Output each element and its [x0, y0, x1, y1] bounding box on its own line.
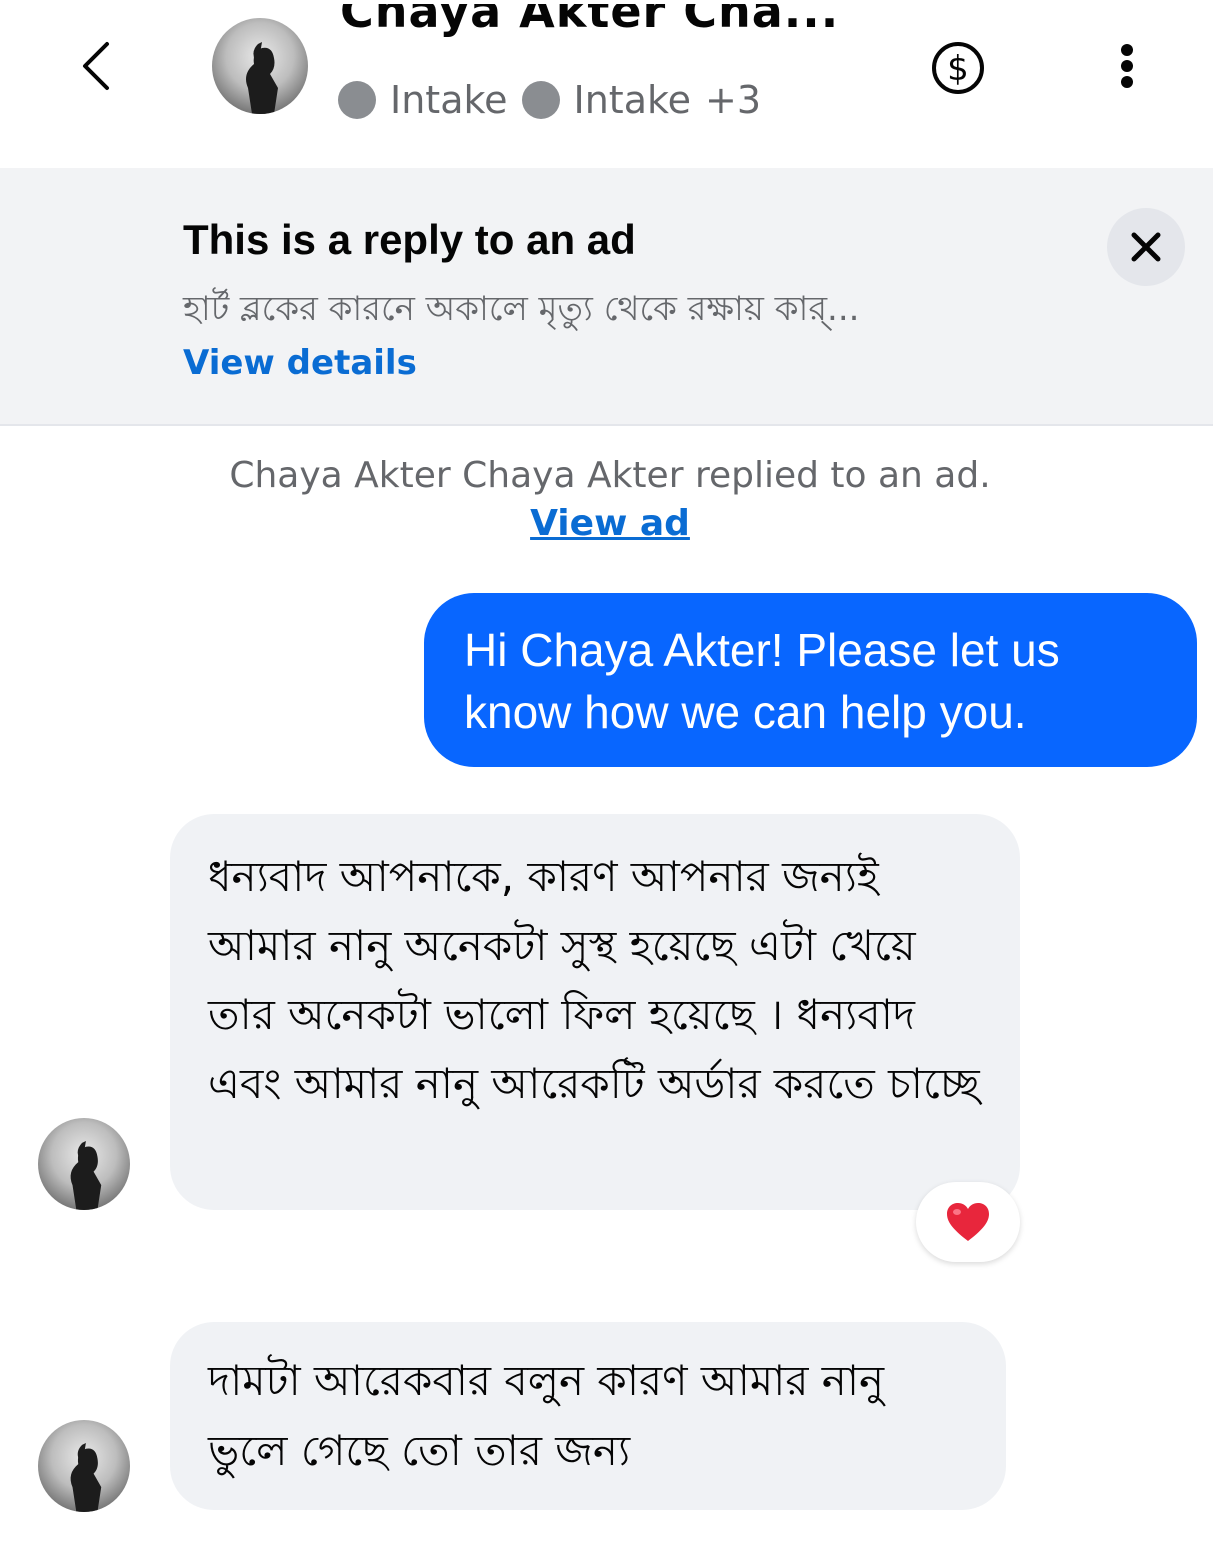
incoming-message[interactable]: ধন্যবাদ আপনাকে, কারণ আপনার জন্যই আমার না…: [170, 814, 1020, 1210]
sender-avatar[interactable]: [38, 1420, 130, 1512]
label-dot-icon: [338, 81, 376, 119]
ad-banner-description: হার্ট ব্লকের কারনে অকালে মৃত্যু থেকে রক্…: [183, 289, 860, 383]
view-ad-link[interactable]: View ad: [530, 503, 690, 544]
message-reaction[interactable]: [916, 1182, 1020, 1262]
heart-icon: [947, 1203, 989, 1241]
contact-avatar[interactable]: [212, 18, 308, 114]
ad-banner-title: This is a reply to an ad: [183, 216, 636, 263]
label-chip[interactable]: Intake: [338, 78, 508, 122]
label-chip[interactable]: Intake: [521, 78, 691, 122]
person-silhouette-icon: [70, 1141, 102, 1210]
close-icon: [1131, 232, 1161, 262]
back-button[interactable]: [70, 40, 122, 92]
contact-name[interactable]: Chaya Akter Cha...: [340, 4, 860, 60]
outgoing-message[interactable]: Hi Chaya Akter! Please let us know how w…: [424, 593, 1197, 767]
payment-button[interactable]: $: [930, 40, 986, 96]
person-silhouette-icon: [246, 42, 278, 114]
more-vertical-icon: [1121, 44, 1133, 56]
chevron-left-icon: [83, 42, 109, 90]
conversation-header: Chaya Akter Cha... Intake Intake +3 $: [0, 0, 1213, 168]
more-labels-count[interactable]: +3: [705, 78, 761, 122]
label-dot-icon: [521, 81, 560, 119]
contact-labels[interactable]: Intake Intake +3: [338, 78, 761, 122]
incoming-message[interactable]: দামটা আরেকবার বলুন কারণ আমার নানু ভুলে গ…: [170, 1322, 1006, 1510]
svg-text:$: $: [947, 49, 969, 89]
more-options-button[interactable]: [1104, 38, 1150, 94]
ad-reply-banner: This is a reply to an ad হার্ট ব্লকের কা…: [0, 168, 1213, 426]
ad-reply-notice: Chaya Akter Chaya Akter replied to an ad…: [229, 455, 991, 544]
person-silhouette-icon: [70, 1443, 102, 1512]
sender-avatar[interactable]: [38, 1118, 130, 1210]
dollar-circle-icon: $: [932, 42, 984, 94]
close-banner-button[interactable]: [1107, 208, 1185, 286]
view-details-link[interactable]: View details: [183, 343, 417, 383]
